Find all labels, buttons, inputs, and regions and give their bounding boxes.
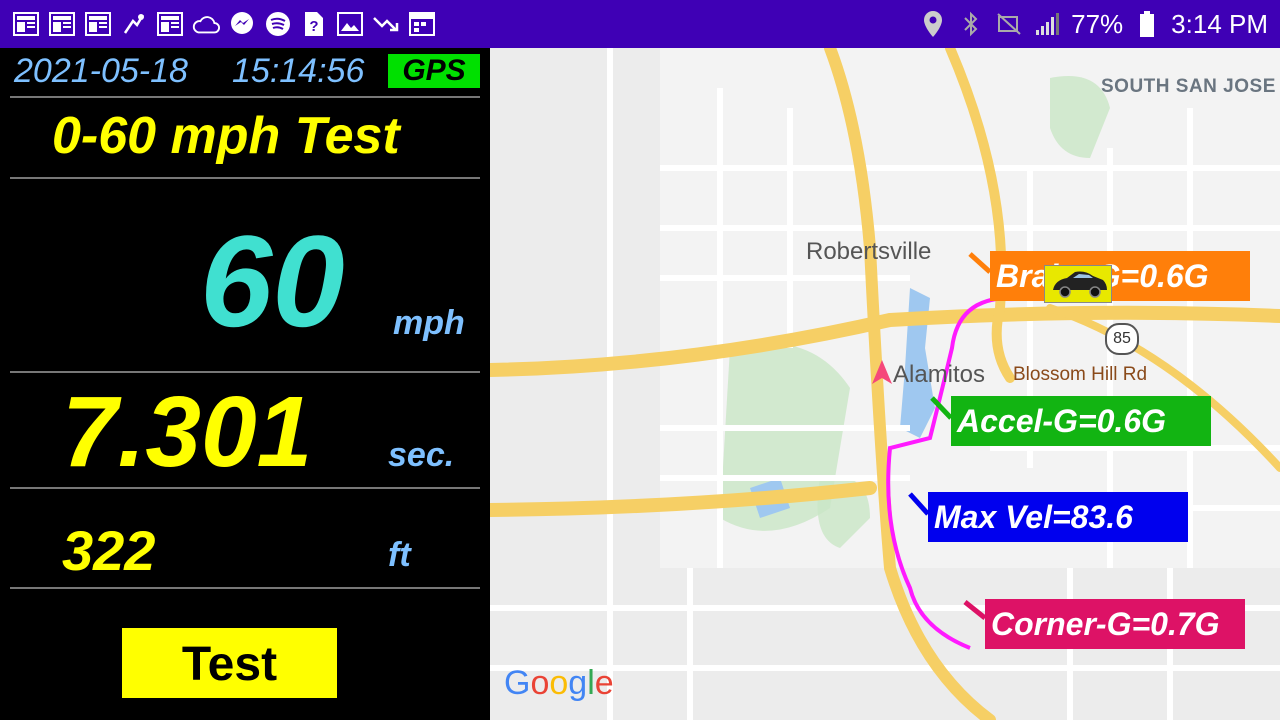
highway-shield: 85 [1105,323,1139,355]
news-icon [156,10,184,38]
trend-down-icon [372,10,400,38]
test-panel: 2021-05-18 15:14:56 GPS 0-60 mph Test 60… [0,48,490,720]
divider [10,487,480,489]
divider [10,177,480,179]
map-label-alamitos: Alamitos [893,361,986,388]
svg-text:?: ? [309,18,318,35]
max-vel-tag: Max Vel=83.6 [928,492,1188,542]
divider [10,371,480,373]
location-icon [919,10,947,38]
battery-icon [1133,10,1161,38]
distance-unit: ft [388,536,411,574]
sync-icon [120,10,148,38]
accel-g-tag: Accel-G=0.6G [951,396,1211,446]
speed-unit: mph [393,304,465,342]
image-icon [336,10,364,38]
test-button[interactable]: Test [122,628,337,698]
calendar-icon [408,10,436,38]
car-icon[interactable] [1044,265,1112,303]
speed-value: 60 [200,208,345,354]
cloud-icon [192,10,220,38]
time-label: 15:14:56 [232,52,365,90]
battery-percent: 77% [1071,8,1124,39]
bluetooth-icon [957,10,985,38]
elapsed-time-unit: sec. [388,436,455,474]
news-icon [84,10,112,38]
news-icon [12,10,40,38]
news-icon [48,10,76,38]
signal-icon [1033,10,1061,38]
clock: 3:14 PM [1171,8,1268,39]
status-bar: ? 77% 3:14 PM [0,0,1280,48]
spotify-icon [264,10,292,38]
date-label: 2021-05-18 [14,52,188,90]
google-logo: Google [504,664,614,702]
gps-badge: GPS [388,54,480,88]
map-label-robertsville: Robertsville [806,238,932,265]
map-label-south-san-jose: SOUTH SAN JOSE [1101,76,1276,97]
messenger-icon [228,10,256,38]
notification-icons: ? [12,10,436,38]
distance-value: 322 [62,519,156,582]
test-title: 0-60 mph Test [52,107,400,165]
mute-icon [995,10,1023,38]
corner-g-tag: Corner-G=0.7G [985,599,1245,649]
divider [10,96,480,98]
brake-g-tag: Brake-G=0.6G [990,251,1250,301]
divider [10,587,480,589]
elapsed-time-value: 7.301 [62,376,313,488]
system-icons: 77% 3:14 PM [919,6,1268,42]
map-view[interactable]: SOUTH SAN JOSE Robertsville Alamitos Blo… [490,48,1280,720]
help-icon: ? [300,10,328,38]
map-label-blossom-hill-rd: Blossom Hill Rd [1013,364,1148,385]
